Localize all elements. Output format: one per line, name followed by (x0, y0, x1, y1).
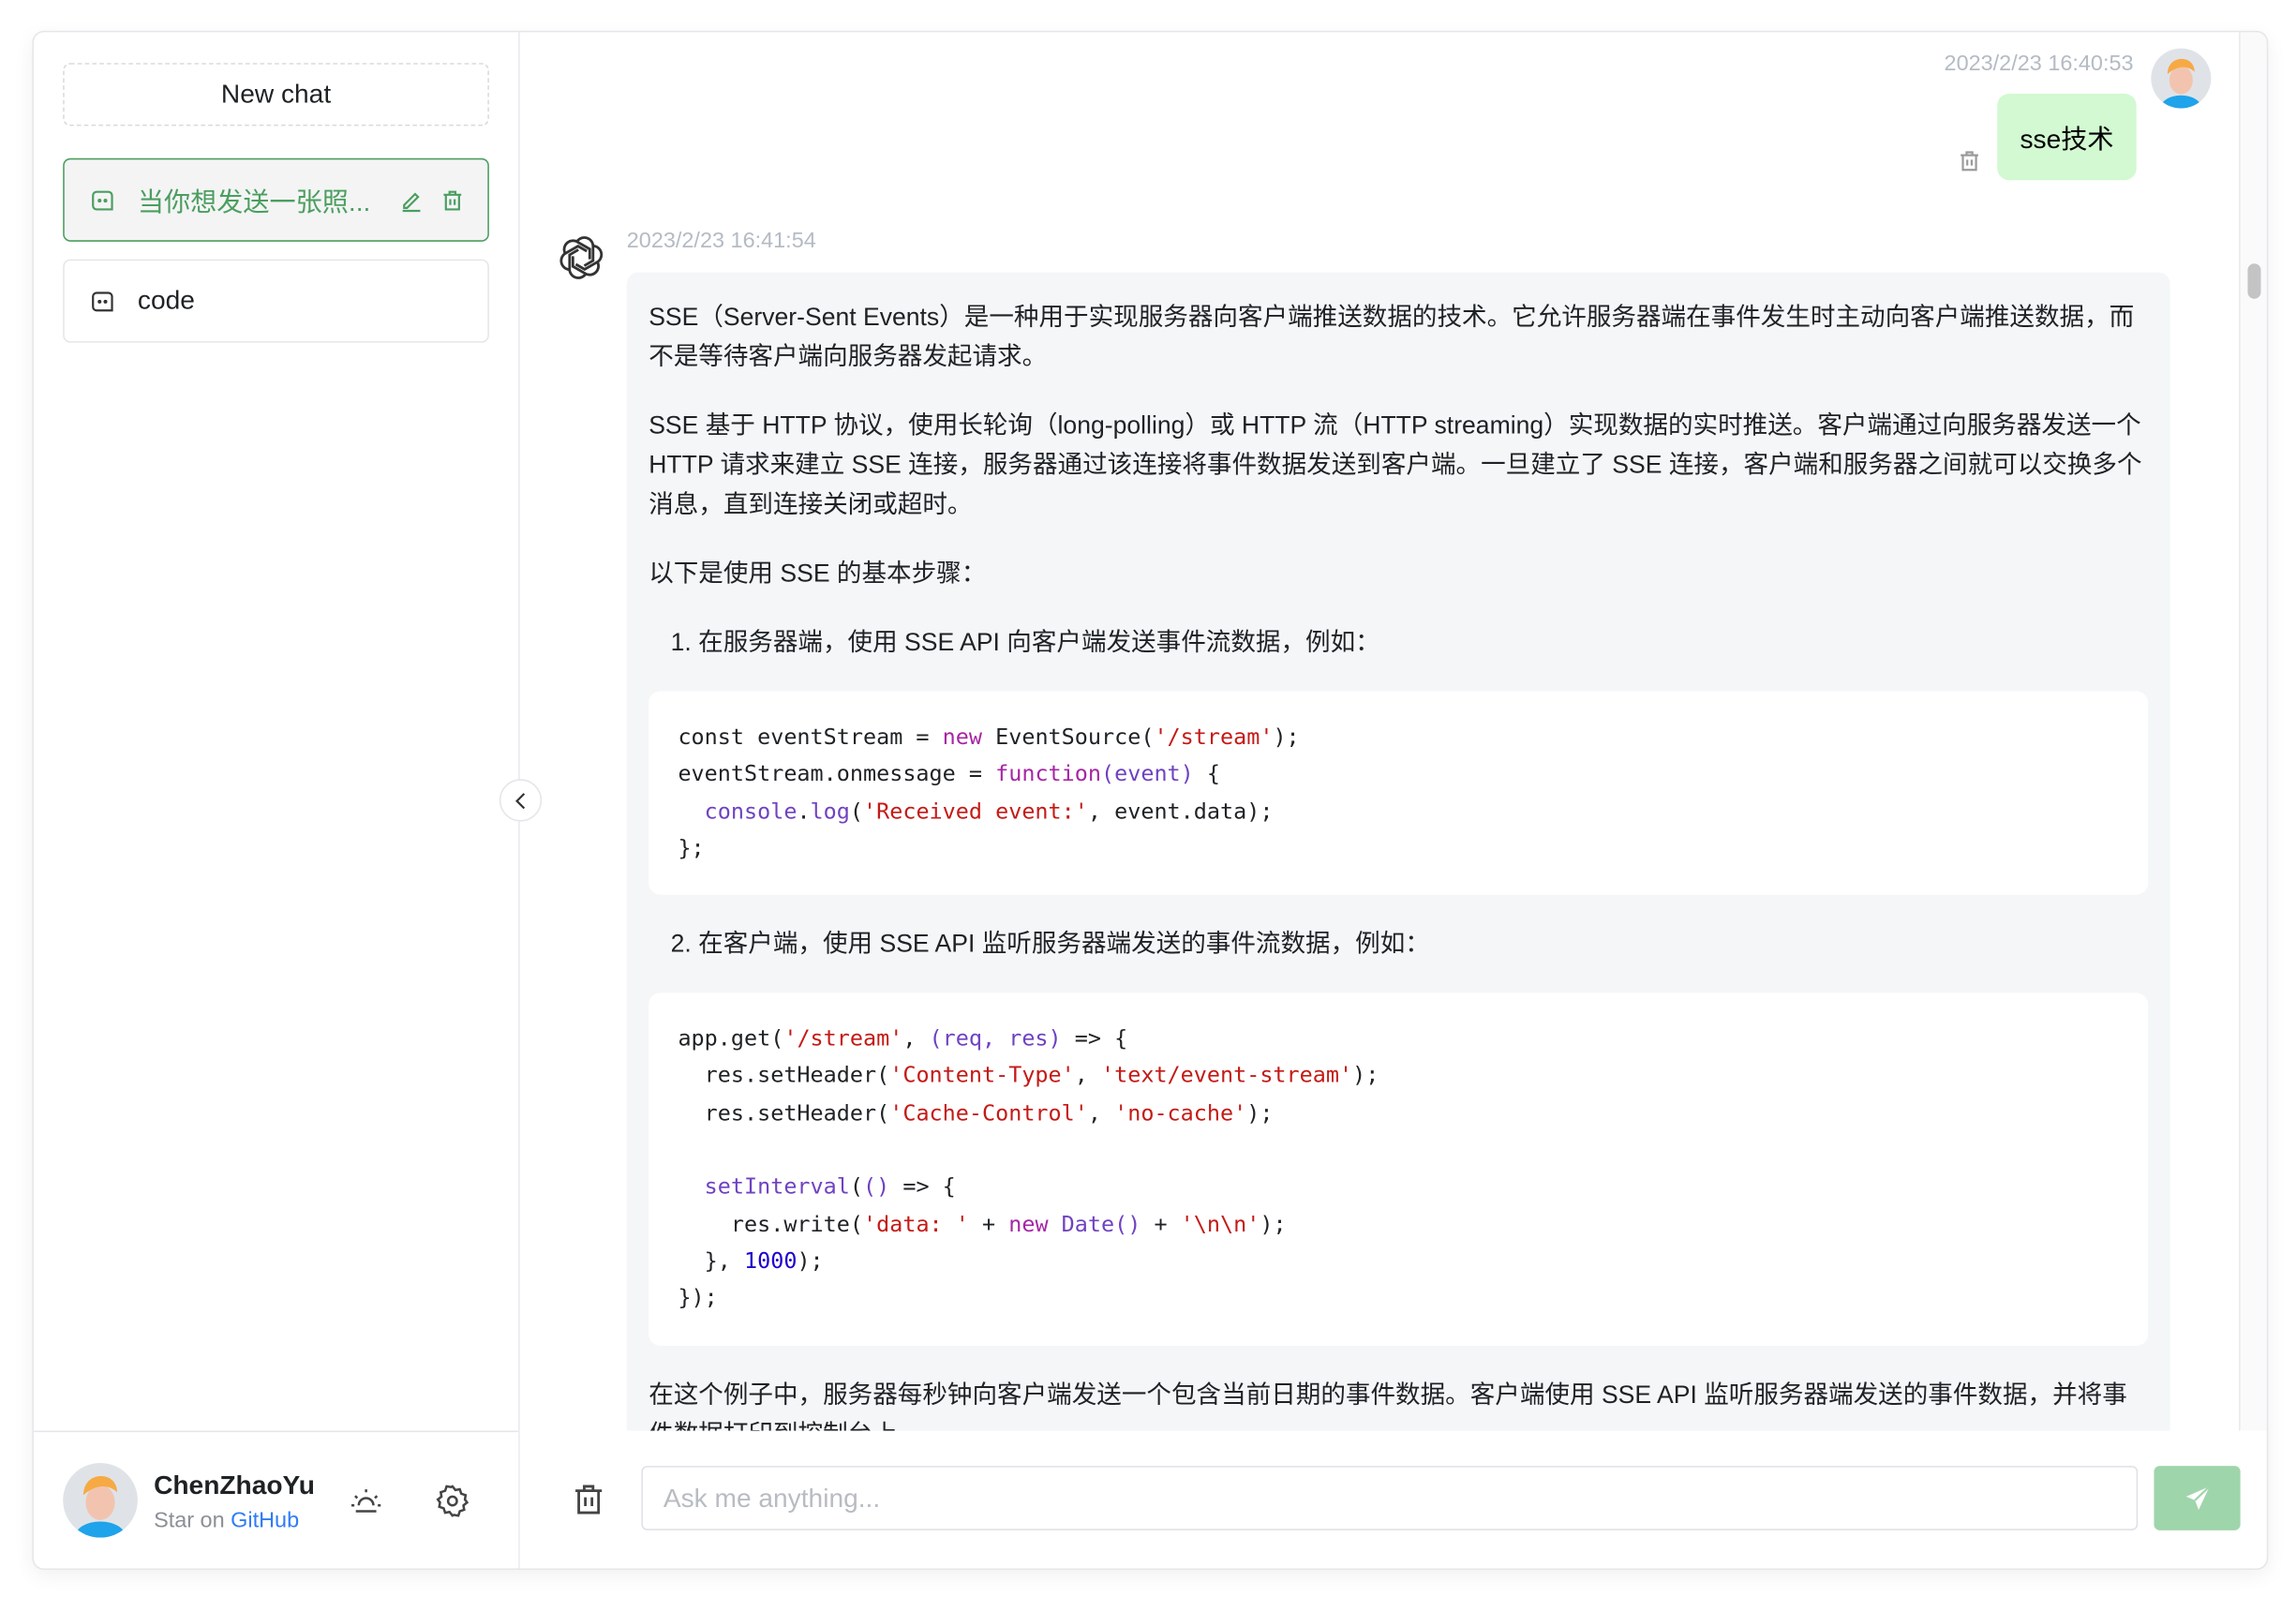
user-name: ChenZhaoYu (154, 1470, 315, 1500)
user-message-timestamp: 2023/2/23 16:40:53 (1944, 51, 2134, 77)
scrollbar-thumb[interactable] (2247, 263, 2261, 299)
code-line: res.setHeader('Cache-Control', 'no-cache… (678, 1099, 1274, 1127)
sidebar: New chat 当你想发送一张照... code ChenZhaoYu Sta… (33, 32, 520, 1569)
list-item: 2. 在客户端，使用 SSE API 监听服务器端发送的事件流数据，例如： (670, 930, 1430, 959)
code-line: console.log('Received event:', event.dat… (704, 797, 1274, 825)
theme-toggle-icon[interactable] (349, 1484, 384, 1519)
message-input[interactable] (641, 1466, 2139, 1530)
github-link[interactable]: GitHub (231, 1508, 299, 1533)
chat-area: 2023/2/23 16:40:53 sse技术 2023/2/23 16:41… (521, 32, 2267, 1434)
send-button[interactable] (2154, 1466, 2241, 1530)
user-message-bubble: sse技术 (1997, 94, 2137, 181)
code-block: app.get('/stream', (req, res) => { res.s… (649, 993, 2149, 1346)
sidebar-chat-item-active[interactable]: 当你想发送一张照... (63, 157, 489, 242)
code-line: res.setHeader('Content-Type', 'text/even… (678, 1062, 1379, 1089)
paragraph: SSE 基于 HTTP 协议，使用长轮询（long-polling）或 HTTP… (649, 411, 2142, 519)
chat-bubble-icon (92, 189, 113, 210)
code-line: app.get('/stream', (req, res) => { (678, 1025, 1128, 1052)
trash-icon[interactable] (440, 188, 464, 212)
chat-bubble-icon (92, 291, 113, 311)
new-chat-button[interactable]: New chat (63, 63, 489, 127)
chevron-left-icon (514, 792, 525, 809)
paragraph: 以下是使用 SSE 的基本步骤： (649, 559, 987, 588)
avatar-illustration (75, 1476, 126, 1538)
code-line: ​ (678, 1132, 2119, 1170)
app-window: New chat 当你想发送一张照... code ChenZhaoYu Sta… (32, 30, 2269, 1570)
code-line: }, 1000); (678, 1247, 824, 1275)
user-avatar[interactable] (63, 1462, 138, 1538)
code-line: setInterval(() => { (704, 1173, 956, 1201)
sidebar-item-label: code (137, 285, 195, 315)
code-block: const eventStream = new EventSource('/st… (649, 691, 2149, 895)
paragraph: SSE（Server-Sent Events）是一种用于实现服务器向客户端推送数… (649, 303, 2135, 371)
code-line: }); (678, 1284, 718, 1311)
code-line: eventStream.onmessage = function(event) … (678, 760, 1221, 787)
star-prefix: Star on (154, 1508, 225, 1533)
edit-icon[interactable] (400, 188, 424, 212)
scrollbar[interactable] (2239, 32, 2267, 1434)
paragraph: 在这个例子中，服务器每秒钟向客户端发送一个包含当前日期的事件数据。客户端使用 S… (649, 1380, 2127, 1434)
delete-message-icon[interactable] (1958, 149, 1981, 172)
sidebar-chat-item[interactable]: code (63, 259, 489, 343)
user-message-avatar (2151, 48, 2212, 109)
assistant-message-timestamp: 2023/2/23 16:41:54 (626, 228, 816, 254)
app: New chat 当你想发送一张照... code ChenZhaoYu Sta… (0, 0, 2296, 1597)
composer (521, 1430, 2267, 1569)
code-line: const eventStream = new EventSource('/st… (678, 723, 1300, 750)
star-on-github: Star on GitHub (154, 1508, 299, 1533)
clear-chat-trash-icon[interactable] (571, 1482, 606, 1517)
sidebar-item-label: 当你想发送一张照... (137, 187, 371, 216)
sidebar-footer: ChenZhaoYu Star on GitHub (33, 1430, 519, 1569)
collapse-sidebar-button[interactable] (499, 779, 543, 822)
code-line: res.write('data: ' + new Date() + '\n\n'… (678, 1210, 1287, 1237)
send-icon (2185, 1485, 2210, 1510)
list-item: 1. 在服务器端，使用 SSE API 向客户端发送事件流数据，例如： (670, 628, 1380, 656)
openai-logo-icon (559, 236, 604, 279)
settings-gear-icon[interactable] (435, 1484, 470, 1519)
avatar-illustration (2160, 58, 2201, 109)
assistant-message-bubble: SSE（Server-Sent Events）是一种用于实现服务器向客户端推送数… (626, 272, 2170, 1434)
code-line: }; (678, 834, 705, 861)
